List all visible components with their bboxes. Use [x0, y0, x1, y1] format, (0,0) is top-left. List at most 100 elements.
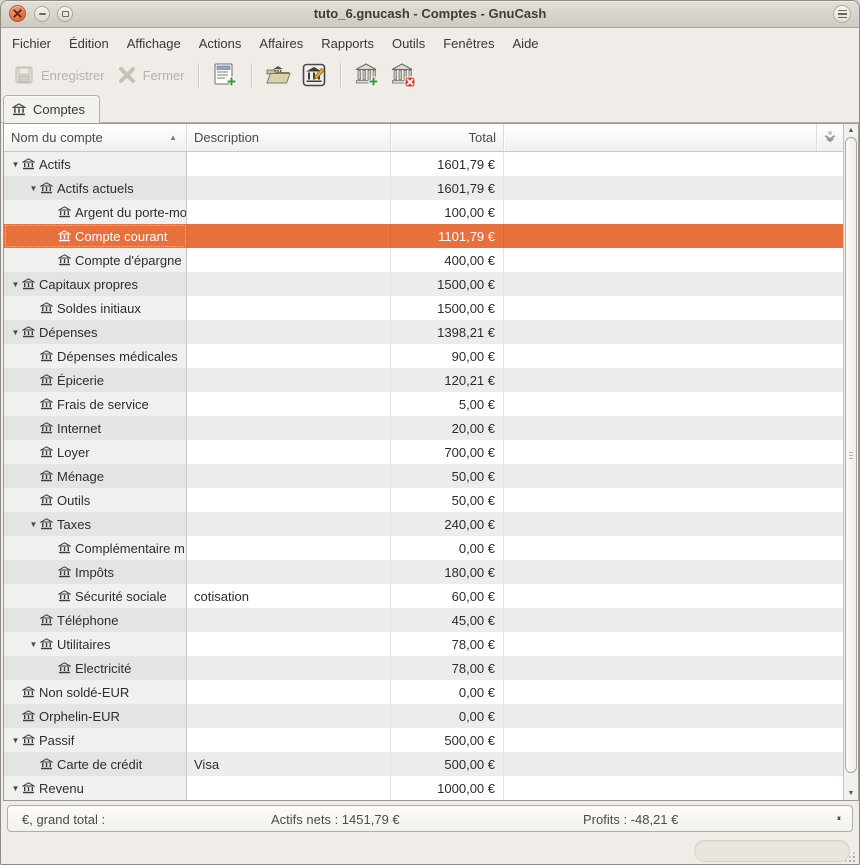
account-total-cell[interactable]: 90,00 €: [391, 344, 504, 368]
table-row[interactable]: ▼Taxes240,00 €: [4, 512, 843, 536]
account-total-cell[interactable]: 50,00 €: [391, 488, 504, 512]
account-total-cell[interactable]: 5,00 €: [391, 392, 504, 416]
account-description-cell[interactable]: [187, 248, 391, 272]
table-row[interactable]: ▼Dépenses 1398,21 €: [4, 320, 843, 344]
scroll-up-icon[interactable]: ▲: [844, 124, 858, 137]
table-row[interactable]: ▼Passif 500,00 €: [4, 728, 843, 752]
account-name-cell[interactable]: Téléphone: [4, 608, 187, 632]
menu-aide[interactable]: Aide: [504, 31, 548, 56]
account-description-cell[interactable]: [187, 152, 391, 176]
account-description-cell[interactable]: [187, 368, 391, 392]
tab-comptes[interactable]: Comptes: [3, 95, 100, 123]
account-description-cell[interactable]: [187, 464, 391, 488]
account-name-cell[interactable]: Frais de service: [4, 392, 187, 416]
new-account-button[interactable]: [351, 60, 383, 90]
account-total-cell[interactable]: 1398,21 €: [391, 320, 504, 344]
account-total-cell[interactable]: 180,00 €: [391, 560, 504, 584]
table-row[interactable]: ▼Revenu1000,00 €: [4, 776, 843, 800]
account-total-cell[interactable]: 78,00 €: [391, 632, 504, 656]
table-row[interactable]: Non soldé-EUR0,00 €: [4, 680, 843, 704]
account-name-cell[interactable]: Compte courant: [4, 224, 187, 248]
account-name-cell[interactable]: Argent du porte-mo: [4, 200, 187, 224]
open-account-button[interactable]: [262, 60, 294, 90]
expander-open-icon[interactable]: ▼: [9, 784, 22, 793]
account-name-cell[interactable]: ▼Passif: [4, 728, 187, 752]
expander-open-icon[interactable]: ▼: [27, 640, 40, 649]
account-description-cell[interactable]: [187, 776, 391, 800]
table-row[interactable]: ▼Actifs actuels1601,79 €: [4, 176, 843, 200]
column-chooser-button[interactable]: [817, 124, 843, 151]
edit-account-button[interactable]: [298, 60, 330, 90]
menu-edition[interactable]: Édition: [60, 31, 118, 56]
menu-fichier[interactable]: Fichier: [3, 31, 60, 56]
scrollbar-thumb[interactable]: [845, 137, 857, 773]
table-row[interactable]: Argent du porte-mo 100,00 €: [4, 200, 843, 224]
menu-rapports[interactable]: Rapports: [312, 31, 383, 56]
table-row[interactable]: Épicerie 120,21 €: [4, 368, 843, 392]
expander-open-icon[interactable]: ▼: [27, 520, 40, 529]
table-row[interactable]: Soldes initiaux1500,00 €: [4, 296, 843, 320]
account-name-cell[interactable]: ▼Capitaux propres: [4, 272, 187, 296]
menu-outils[interactable]: Outils: [383, 31, 434, 56]
account-total-cell[interactable]: 0,00 €: [391, 704, 504, 728]
delete-account-button[interactable]: [387, 60, 419, 90]
vertical-scrollbar[interactable]: ▲ ▼: [843, 124, 858, 800]
account-description-cell[interactable]: [187, 440, 391, 464]
open-register-button[interactable]: [209, 60, 241, 90]
table-row[interactable]: Internet20,00 €: [4, 416, 843, 440]
account-total-cell[interactable]: 78,00 €: [391, 656, 504, 680]
resize-grip[interactable]: [845, 852, 855, 862]
account-description-cell[interactable]: [187, 656, 391, 680]
menu-actions[interactable]: Actions: [190, 31, 251, 56]
account-description-cell[interactable]: [187, 272, 391, 296]
expander-open-icon[interactable]: ▼: [9, 736, 22, 745]
table-row[interactable]: Carte de créditVisa500,00 €: [4, 752, 843, 776]
account-description-cell[interactable]: [187, 728, 391, 752]
account-total-cell[interactable]: 400,00 €: [391, 248, 504, 272]
account-total-cell[interactable]: 45,00 €: [391, 608, 504, 632]
close-tab-button[interactable]: Fermer: [111, 62, 191, 88]
account-total-cell[interactable]: 100,00 €: [391, 200, 504, 224]
account-total-cell[interactable]: 1601,79 €: [391, 152, 504, 176]
account-name-cell[interactable]: Compte d'épargne: [4, 248, 187, 272]
table-row[interactable]: ▼Capitaux propres1500,00 €: [4, 272, 843, 296]
account-description-cell[interactable]: [187, 680, 391, 704]
table-row[interactable]: Electricité 78,00 €: [4, 656, 843, 680]
account-description-cell[interactable]: cotisation: [187, 584, 391, 608]
table-row[interactable]: Ménage50,00 €: [4, 464, 843, 488]
window-menu-button[interactable]: [833, 5, 851, 23]
account-total-cell[interactable]: 120,21 €: [391, 368, 504, 392]
account-description-cell[interactable]: [187, 416, 391, 440]
summary-spinner[interactable]: ▲▼: [832, 809, 846, 829]
account-total-cell[interactable]: 0,00 €: [391, 536, 504, 560]
account-name-cell[interactable]: Internet: [4, 416, 187, 440]
account-name-cell[interactable]: ▼Actifs: [4, 152, 187, 176]
account-name-cell[interactable]: Dépenses médicales: [4, 344, 187, 368]
account-name-cell[interactable]: ▼Actifs actuels: [4, 176, 187, 200]
account-name-cell[interactable]: Soldes initiaux: [4, 296, 187, 320]
account-total-cell[interactable]: 500,00 €: [391, 728, 504, 752]
account-total-cell[interactable]: 1000,00 €: [391, 776, 504, 800]
account-description-cell[interactable]: [187, 608, 391, 632]
account-name-cell[interactable]: ▼Dépenses: [4, 320, 187, 344]
account-name-cell[interactable]: ▼Utilitaires: [4, 632, 187, 656]
account-description-cell[interactable]: Visa: [187, 752, 391, 776]
account-description-cell[interactable]: [187, 512, 391, 536]
account-name-cell[interactable]: Electricité: [4, 656, 187, 680]
account-total-cell[interactable]: 500,00 €: [391, 752, 504, 776]
account-total-cell[interactable]: 700,00 €: [391, 440, 504, 464]
table-row[interactable]: ▼Utilitaires 78,00 €: [4, 632, 843, 656]
account-description-cell[interactable]: [187, 560, 391, 584]
table-row[interactable]: Impôts180,00 €: [4, 560, 843, 584]
account-name-cell[interactable]: Sécurité sociale: [4, 584, 187, 608]
titlebar[interactable]: tuto_6.gnucash - Comptes - GnuCash: [1, 1, 859, 28]
account-description-cell[interactable]: [187, 200, 391, 224]
account-description-cell[interactable]: [187, 176, 391, 200]
scroll-down-icon[interactable]: ▼: [844, 787, 858, 800]
account-name-cell[interactable]: Orphelin-EUR: [4, 704, 187, 728]
account-description-cell[interactable]: [187, 704, 391, 728]
account-name-cell[interactable]: Ménage: [4, 464, 187, 488]
table-row[interactable]: Téléphone 45,00 €: [4, 608, 843, 632]
column-header-description[interactable]: Description: [187, 124, 391, 151]
account-name-cell[interactable]: Épicerie: [4, 368, 187, 392]
